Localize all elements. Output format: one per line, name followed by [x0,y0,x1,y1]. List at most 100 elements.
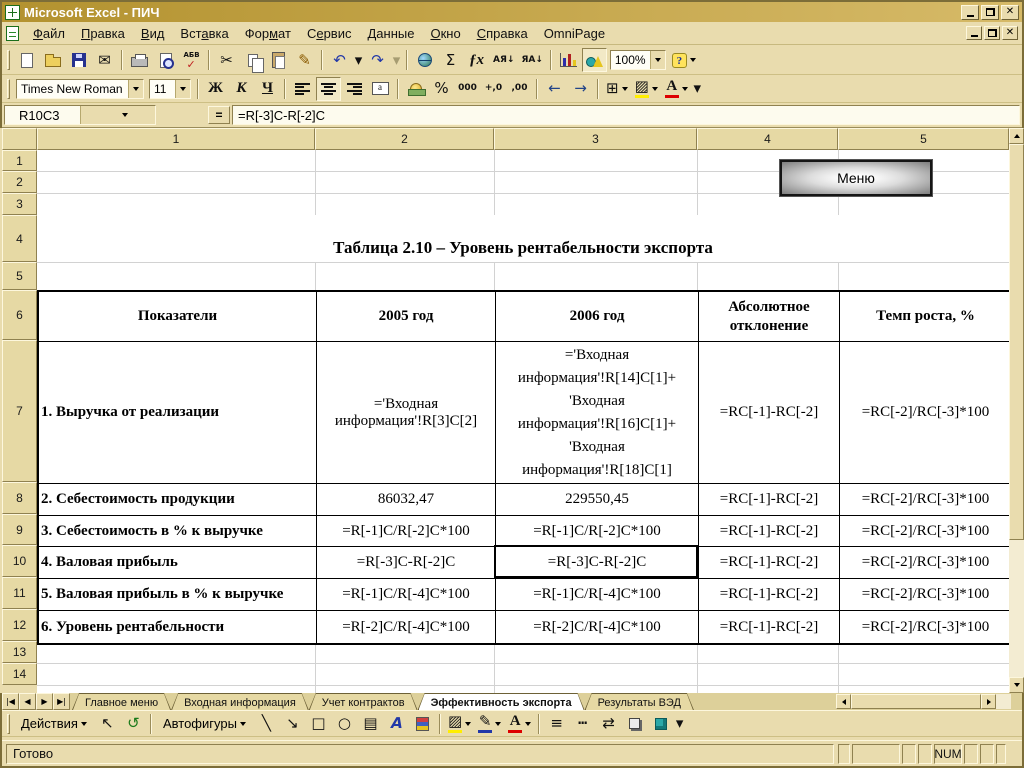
chevron-down-icon[interactable] [175,80,190,98]
menu-insert[interactable]: Вставка [172,24,236,43]
fill-color-button[interactable]: ▨ [445,712,474,736]
increase-decimal-button[interactable]: +,0 [481,77,506,101]
name-box[interactable]: R10C3 [4,105,156,125]
zoom-combo[interactable]: 100% [610,50,666,70]
row-header-10[interactable]: 10 [2,545,37,577]
table-cell[interactable]: =RC[-2]/RC[-3]*100 [840,516,1011,547]
workbook-minimize-button[interactable] [966,26,982,40]
line-style-button[interactable]: ≡ [544,712,569,736]
open-button[interactable] [40,48,65,72]
bold-button[interactable]: Ж [203,77,228,101]
table-cell[interactable]: =RC[-1]-RC[-2] [699,579,840,611]
table-cell[interactable]: 229550,45 [496,484,699,516]
minimize-button[interactable] [961,5,979,20]
table-cell[interactable]: =RC[-1]-RC[-2] [699,611,840,643]
menu-view[interactable]: Вид [133,24,173,43]
table-cell[interactable]: 6. Уровень рентабельности [39,611,317,643]
decrease-decimal-button[interactable]: ,00 [507,77,532,101]
row-header-9[interactable]: 9 [2,514,37,545]
table-cell[interactable]: ='Входная информация'!R[14]C[1]+​'Входна… [496,342,699,484]
menu-format[interactable]: Формат [237,24,299,43]
table-cell[interactable]: =R[-1]C/R[-2]C*100 [496,516,699,547]
table-cell[interactable]: 86032,47 [317,484,496,516]
select-all-corner[interactable] [2,128,37,150]
sheet-tab-contracts[interactable]: Учет контрактов [309,693,418,710]
underline-button[interactable]: Ч [255,77,280,101]
font-color-button[interactable]: А [505,712,534,736]
toolbar-options-button[interactable]: ▾ [674,712,685,736]
borders-button[interactable]: ⊞ [603,77,631,101]
table-cell[interactable]: =R[-3]C-R[-2]C [496,547,699,579]
table-cell[interactable]: =RC[-2]/RC[-3]*100 [840,342,1011,484]
font-color-button[interactable]: А [662,77,691,101]
table-header-cell[interactable]: Показатели [39,292,317,342]
table-title-cell[interactable]: Таблица 2.10 – Уровень рентабельности эк… [37,215,1009,262]
select-objects-button[interactable]: ↖ [95,712,120,736]
chevron-down-icon[interactable] [465,722,471,726]
row-header-14[interactable]: 14 [2,663,37,685]
table-header-cell[interactable]: 2006 год [496,292,699,342]
undo-button[interactable]: ↶ [327,48,352,72]
sheet-tab-main-menu[interactable]: Главное меню [72,693,171,710]
table-cell[interactable]: =R[-3]C-R[-2]C [317,547,496,579]
arrow-style-button[interactable]: ⇄ [596,712,621,736]
row-header-3[interactable]: 3 [2,193,37,215]
row-header-5[interactable]: 5 [2,262,37,290]
menu-form-button[interactable]: Меню [780,160,932,196]
font-name-combo[interactable]: Times New Roman [16,79,144,99]
row-header-2[interactable]: 2 [2,171,37,193]
scroll-right-button[interactable] [981,694,996,709]
fill-color-button[interactable]: ▨ [632,77,661,101]
formula-input[interactable]: =R[-3]C-R[-2]C [232,105,1020,125]
tab-nav-next-sheet[interactable]: ▶ [36,693,53,710]
line-color-button[interactable]: ✎ [475,712,504,736]
close-button[interactable]: ✕ [1001,5,1019,20]
menu-edit[interactable]: Правка [73,24,133,43]
rectangle-button[interactable]: □ [306,712,331,736]
font-size-combo[interactable]: 11 [149,79,191,99]
drawing-button[interactable] [582,48,607,72]
chart-wizard-button[interactable] [556,48,581,72]
align-center-button[interactable] [316,77,341,101]
table-cell[interactable]: =RC[-1]-RC[-2] [699,342,840,484]
print-preview-button[interactable] [153,48,178,72]
column-header-5[interactable]: 5 [838,128,1009,150]
menu-help[interactable]: Справка [469,24,536,43]
chevron-down-icon[interactable] [128,80,143,98]
row-header-1[interactable]: 1 [2,150,37,171]
column-header-3[interactable]: 3 [494,128,697,150]
menu-file[interactable]: Файл [25,24,73,43]
table-cell[interactable]: =RC[-1]-RC[-2] [699,547,840,579]
oval-button[interactable]: ○ [332,712,357,736]
align-left-button[interactable] [290,77,315,101]
draw-menu-button[interactable]: Действия [14,712,94,736]
column-header-2[interactable]: 2 [315,128,494,150]
table-cell[interactable]: =R[-1]C/R[-2]C*100 [317,516,496,547]
save-button[interactable] [66,48,91,72]
table-cell[interactable]: =RC[-2]/RC[-3]*100 [840,611,1011,643]
chevron-down-icon[interactable] [622,87,628,91]
row-header-7[interactable]: 7 [2,340,37,482]
new-document-button[interactable] [14,48,39,72]
table-cell[interactable]: =R[-2]C/R[-4]C*100 [317,611,496,643]
menu-tools[interactable]: Сервис [299,24,360,43]
restore-button[interactable] [981,5,999,20]
free-rotate-button[interactable]: ↺ [121,712,146,736]
increase-indent-button[interactable]: → [568,77,593,101]
row-header-12[interactable]: 12 [2,609,37,641]
chevron-down-icon[interactable] [240,722,246,726]
table-cell[interactable]: =RC[-2]/RC[-3]*100 [840,579,1011,611]
table-cell[interactable]: 2. Себестоимость продукции [39,484,317,516]
help-button[interactable] [669,48,699,72]
vertical-scroll-thumb[interactable] [1009,144,1024,540]
spelling-button[interactable] [179,48,204,72]
merge-and-center-button[interactable] [368,77,393,101]
workbook-restore-button[interactable] [984,26,1000,40]
currency-style-button[interactable] [403,77,428,101]
decrease-indent-button[interactable]: ← [542,77,567,101]
column-header-4[interactable]: 4 [697,128,838,150]
chevron-down-icon[interactable] [652,87,658,91]
table-header-cell[interactable]: 2005 год [317,292,496,342]
toolbar-drag-handle[interactable] [7,50,10,70]
insert-hyperlink-button[interactable] [412,48,437,72]
